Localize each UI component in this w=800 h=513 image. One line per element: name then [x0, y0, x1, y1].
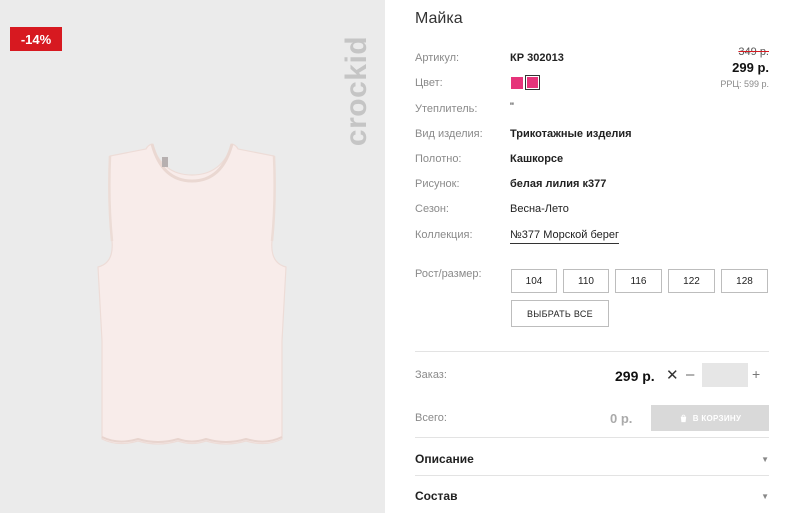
close-icon[interactable]: ✕ — [666, 366, 679, 384]
attr-label-insulation: Утеплитель: — [415, 103, 478, 115]
accordion-composition[interactable]: Состав ▼ — [415, 486, 769, 506]
collection-link[interactable]: №377 Морской берег — [510, 229, 620, 244]
chevron-down-icon: ▼ — [761, 454, 769, 464]
quantity-input[interactable] — [702, 363, 748, 387]
attr-label-color: Цвет: — [415, 77, 443, 89]
total-label: Всего: — [415, 412, 447, 424]
divider — [415, 351, 769, 352]
brand-logo: crockid — [340, 35, 373, 147]
attr-value-fabric: Кашкорсе — [510, 153, 564, 165]
attr-label-collection: Коллекция: — [415, 229, 473, 241]
attr-value-article: КР 302013 — [510, 52, 564, 64]
attr-value-print: белая лилия к377 — [510, 178, 607, 190]
size-option-128[interactable]: 128 — [721, 269, 768, 293]
attr-label-season: Сезон: — [415, 203, 449, 215]
chevron-down-icon: ▼ — [761, 491, 769, 501]
recommended-price: РРЦ: 599 р. — [720, 79, 769, 89]
product-title: Майка — [415, 10, 463, 27]
order-price: 299 р. — [615, 368, 655, 384]
size-option-122[interactable]: 122 — [668, 269, 715, 293]
accordion-composition-label: Состав — [415, 489, 458, 503]
size-option-110[interactable]: 110 — [563, 269, 609, 293]
color-swatch-pink[interactable] — [511, 77, 523, 89]
accordion-description[interactable]: Описание ▼ — [415, 449, 769, 469]
color-swatch-pink-selected[interactable] — [525, 75, 540, 90]
current-price: 299 р. — [732, 60, 769, 75]
cart-icon — [680, 414, 686, 422]
attr-value-season: Весна-Лето — [510, 203, 569, 215]
total-value: 0 р. — [610, 411, 633, 426]
size-label: Рост/размер: — [415, 268, 482, 280]
attr-value-type: Трикотажные изделия — [510, 128, 632, 140]
discount-badge: -14% — [10, 27, 62, 51]
decrease-quantity-button[interactable]: – — [686, 366, 694, 383]
divider — [415, 475, 769, 476]
old-price: 349 р. — [738, 46, 769, 58]
attr-label-article: Артикул: — [415, 52, 460, 64]
product-photo[interactable]: -14% crockid — [0, 0, 385, 513]
attr-label-print: Рисунок: — [415, 178, 460, 190]
product-image — [97, 143, 287, 445]
attr-label-type: Вид изделия: — [415, 128, 483, 140]
product-info: Майка Артикул: КР 302013 Цвет: Утеплител… — [415, 0, 769, 513]
divider — [415, 437, 769, 438]
select-all-sizes-button[interactable]: ВЫБРАТЬ ВСЕ — [511, 300, 609, 327]
attr-label-fabric: Полотно: — [415, 153, 462, 165]
size-option-116[interactable]: 116 — [615, 269, 662, 293]
size-option-104[interactable]: 104 — [511, 269, 557, 293]
attr-value-insulation: " — [510, 101, 514, 113]
add-to-cart-label: В КОРЗИНУ — [692, 413, 742, 423]
add-to-cart-button[interactable]: В КОРЗИНУ — [651, 405, 769, 431]
order-label: Заказ: — [415, 369, 447, 381]
accordion-description-label: Описание — [415, 452, 474, 466]
increase-quantity-button[interactable]: + — [752, 366, 760, 382]
